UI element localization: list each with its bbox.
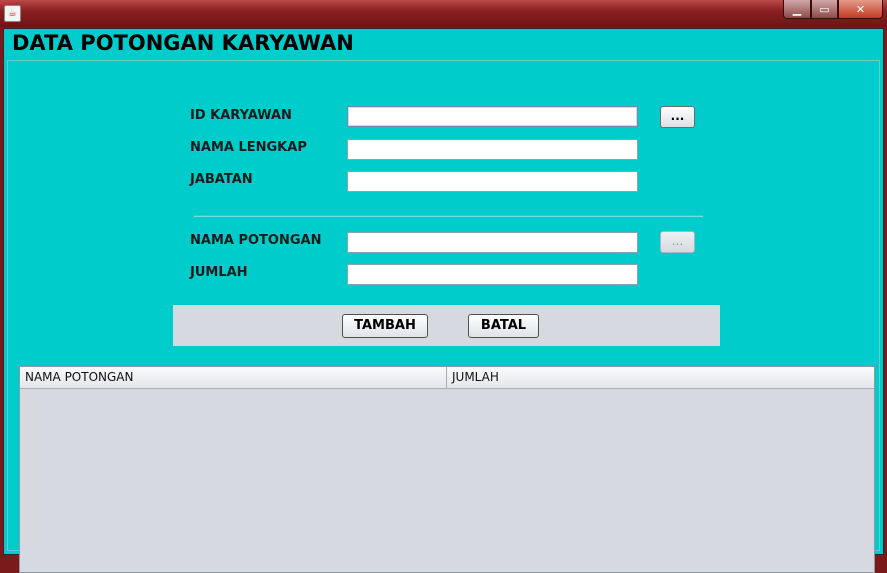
table-header: NAMA POTONGAN JUMLAH bbox=[20, 367, 874, 389]
close-button[interactable]: ✕ bbox=[838, 0, 883, 19]
minimize-icon: ▁ bbox=[792, 2, 802, 16]
main-content: DATA POTONGAN KARYAWAN ID KARYAWAN ... N… bbox=[3, 28, 884, 573]
jabatan-label: JABATAN bbox=[190, 172, 253, 187]
id-karyawan-lookup-button[interactable]: ... bbox=[660, 106, 695, 128]
nama-lengkap-label: NAMA LENGKAP bbox=[190, 140, 307, 155]
jabatan-input[interactable] bbox=[347, 171, 638, 192]
page-title: DATA POTONGAN KARYAWAN bbox=[12, 31, 354, 55]
maximize-button[interactable]: ▭ bbox=[811, 0, 838, 19]
tambah-button[interactable]: TAMBAH bbox=[342, 314, 428, 338]
batal-button[interactable]: BATAL bbox=[468, 314, 539, 338]
nama-potongan-input[interactable] bbox=[347, 232, 638, 253]
window-titlebar[interactable]: ☕ ▁ ▭ ✕ bbox=[0, 0, 887, 27]
id-karyawan-label: ID KARYAWAN bbox=[190, 108, 292, 123]
window-controls: ▁ ▭ ✕ bbox=[783, 0, 883, 19]
maximize-icon: ▭ bbox=[819, 2, 830, 16]
minimize-button[interactable]: ▁ bbox=[783, 0, 811, 19]
form-panel: ID KARYAWAN ... NAMA LENGKAP JABATAN NAM… bbox=[7, 60, 880, 573]
action-bar: TAMBAH BATAL bbox=[173, 305, 720, 346]
jumlah-label: JUMLAH bbox=[190, 265, 248, 280]
jumlah-input[interactable] bbox=[347, 264, 638, 285]
nama-potongan-lookup-button[interactable]: ... bbox=[660, 231, 695, 253]
id-karyawan-input[interactable] bbox=[347, 106, 638, 127]
java-icon[interactable]: ☕ bbox=[4, 5, 21, 22]
potongan-table[interactable]: NAMA POTONGAN JUMLAH bbox=[19, 366, 875, 573]
column-header-jumlah[interactable]: JUMLAH bbox=[447, 367, 874, 388]
form-separator bbox=[194, 215, 703, 217]
close-icon: ✕ bbox=[855, 2, 866, 16]
column-header-nama-potongan[interactable]: NAMA POTONGAN bbox=[20, 367, 447, 388]
nama-lengkap-input[interactable] bbox=[347, 139, 638, 160]
nama-potongan-label: NAMA POTONGAN bbox=[190, 233, 322, 248]
